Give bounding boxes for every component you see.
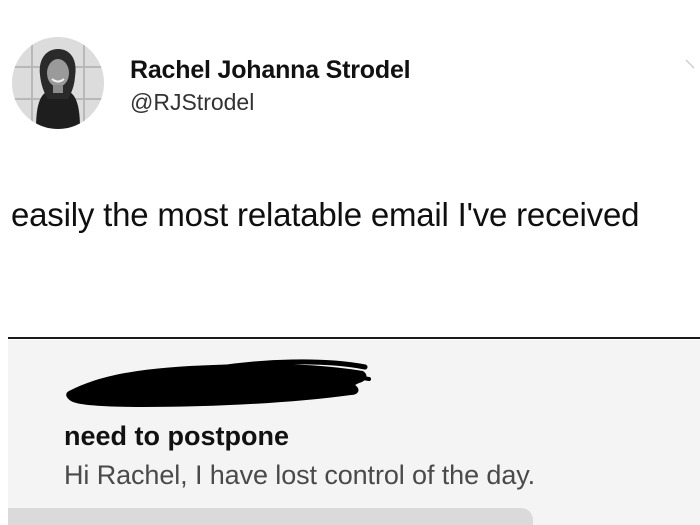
email-bottom-bar [8,508,533,525]
tweet-text: easily the most relatable email I've rec… [11,196,640,233]
author-handle[interactable]: @RJStrodel [130,89,254,116]
redacted-sender-scribble [66,359,371,407]
email-subject: need to postpone [64,421,289,451]
email-preview: Hi Rachel, I have lost control of the da… [64,460,536,490]
tweet-card: Rachel Johanna Strodel @RJStrodel easily… [0,0,700,525]
divider [8,337,700,339]
avatar[interactable] [12,37,104,129]
chevron-down-icon[interactable] [684,56,696,70]
profile-photo-icon [12,37,104,129]
email-screenshot: need to postpone Hi Rachel, I have lost … [8,340,700,525]
author-display-name[interactable]: Rachel Johanna Strodel [130,56,411,85]
